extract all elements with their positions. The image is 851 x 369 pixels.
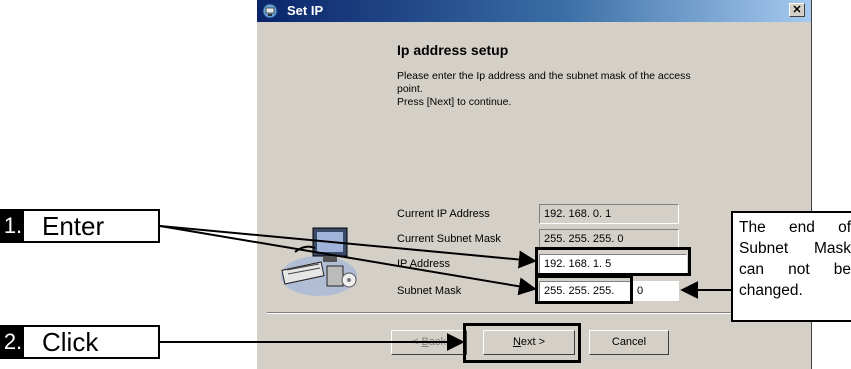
annotation-arrows [159, 225, 731, 351]
enter-arrow-mask [159, 225, 537, 296]
enter-arrow-ip [159, 225, 537, 269]
